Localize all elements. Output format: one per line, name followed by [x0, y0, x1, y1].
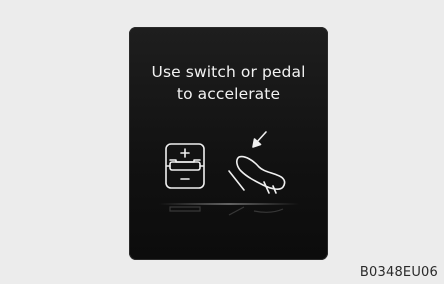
cluster-display: Use switch or pedal to accelerate — [129, 27, 328, 260]
icon-reflections — [169, 206, 284, 216]
accelerate-message: Use switch or pedal to accelerate — [129, 61, 328, 105]
accelerator-pedal-icon — [228, 155, 286, 194]
floor-reflection — [159, 203, 299, 205]
cruise-switch-icon — [165, 143, 205, 189]
message-line-1: Use switch or pedal — [151, 63, 306, 81]
figure-frame: Use switch or pedal to accelerate B0348E… — [0, 0, 444, 284]
figure-code: B0348EU06 — [359, 265, 438, 280]
message-line-2: to accelerate — [176, 85, 281, 103]
press-arrow-icon — [252, 131, 267, 148]
icon-row — [159, 131, 299, 216]
